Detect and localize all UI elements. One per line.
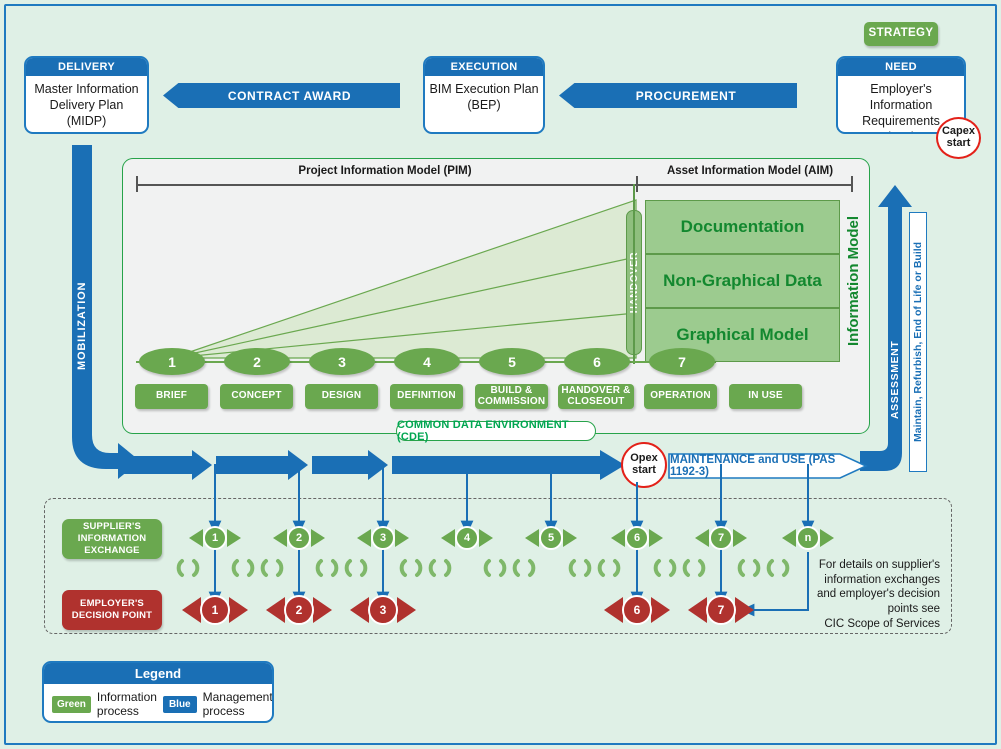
- stage-marker-6-num: 6: [593, 353, 601, 370]
- assessment-label: ASSESSMENT: [889, 340, 901, 420]
- supplier-point-1-num: 1: [211, 532, 219, 544]
- diagram-canvas: STRATEGY DELIVERY Master Information Deli…: [0, 0, 1001, 749]
- stage-marker-4-num: 4: [423, 353, 431, 370]
- information-growth-wedge: [171, 199, 637, 359]
- execution-box-header: EXECUTION: [425, 58, 543, 76]
- stage-marker-2[interactable]: 2: [224, 348, 290, 375]
- supplier-point-3[interactable]: 3: [371, 526, 395, 550]
- supplier-point-6[interactable]: 6: [625, 526, 649, 550]
- execution-box[interactable]: EXECUTION BIM Execution Plan (BEP): [423, 56, 545, 134]
- employer-point-6[interactable]: 6: [622, 595, 652, 625]
- employer-point-6-num: 6: [633, 603, 641, 617]
- stage-marker-3[interactable]: 3: [309, 348, 375, 375]
- axis-tick-start: [136, 176, 138, 192]
- employer-point-2-num: 2: [295, 603, 303, 617]
- capex-line2: start: [946, 137, 971, 149]
- information-model-text: Information Model: [844, 216, 862, 346]
- supplier-point-5[interactable]: 5: [539, 526, 563, 550]
- employer-point-7[interactable]: 7: [706, 595, 736, 625]
- stage-marker-2-num: 2: [253, 353, 261, 370]
- capex-start-marker: Capex start: [936, 117, 981, 159]
- aim-label: Asset Information Model (AIM): [666, 165, 834, 177]
- employer-point-1-num: 1: [211, 603, 219, 617]
- supplier-point-2[interactable]: 2: [287, 526, 311, 550]
- supplier-point-n[interactable]: n: [796, 526, 820, 550]
- stage-marker-7-num: 7: [678, 353, 686, 370]
- employer-point-3-num: 3: [379, 603, 387, 617]
- employer-point-1[interactable]: 1: [200, 595, 230, 625]
- stage-button-in-use[interactable]: IN USE: [729, 384, 802, 409]
- legend-swatch-blue: Blue: [162, 695, 197, 713]
- supplier-point-5-num: 5: [547, 532, 555, 544]
- supplier-point-n-num: n: [804, 532, 812, 544]
- stage-marker-7[interactable]: 7: [649, 348, 715, 375]
- employer-point-3[interactable]: 3: [368, 595, 398, 625]
- execution-box-body: BIM Execution Plan (BEP): [429, 82, 539, 112]
- stage-button-build-commission[interactable]: BUILD & COMMISSION: [475, 384, 548, 409]
- information-model-label: Information Model: [843, 200, 863, 362]
- legend-title: Legend: [44, 663, 272, 684]
- legend-items: Green Information process Blue Management…: [44, 684, 273, 721]
- stage-button-brief[interactable]: BRIEF: [135, 384, 208, 409]
- stage-marker-4[interactable]: 4: [394, 348, 460, 375]
- supplier-point-2-num: 2: [295, 532, 303, 544]
- mobilization-label: MOBILIZATION: [76, 281, 88, 370]
- pim-label: Project Information Model (PIM): [298, 165, 472, 177]
- stage-marker-5-num: 5: [508, 353, 516, 370]
- need-box-header: NEED: [838, 58, 964, 76]
- supplier-point-4[interactable]: 4: [455, 526, 479, 550]
- handover-connector: [633, 184, 635, 364]
- delivery-box-body: Master Information Delivery Plan (MIDP): [34, 82, 139, 128]
- supplier-point-4-num: 4: [463, 532, 471, 544]
- employer-point-2[interactable]: 2: [284, 595, 314, 625]
- axis-tick-mid: [636, 176, 638, 192]
- delivery-box[interactable]: DELIVERY Master Information Delivery Plan…: [24, 56, 149, 134]
- stage-marker-1[interactable]: 1: [139, 348, 205, 375]
- stage-button-concept[interactable]: CONCEPT: [220, 384, 293, 409]
- legend-box: Legend Green Information process Blue Man…: [42, 661, 274, 723]
- pim-aim-axis-line: [136, 184, 852, 186]
- supplier-point-3-num: 3: [379, 532, 387, 544]
- im-band-documentation: Documentation: [645, 200, 840, 254]
- stage-button-definition[interactable]: DEFINITION: [390, 384, 463, 409]
- legend-label-green: Information process: [96, 690, 157, 719]
- supplier-point-1[interactable]: 1: [203, 526, 227, 550]
- cde-pill: COMMON DATA ENVIRONMENT (CDE): [396, 419, 596, 443]
- stage-button-design[interactable]: DESIGN: [305, 384, 378, 409]
- im-band-non-graphical-data: Non-Graphical Data: [645, 254, 840, 308]
- stage-button-handover-closeout[interactable]: HANDOVER & CLOSEOUT: [558, 384, 634, 409]
- stage-marker-3-num: 3: [338, 353, 346, 370]
- stage-marker-1-num: 1: [168, 353, 176, 370]
- supplier-point-7[interactable]: 7: [709, 526, 733, 550]
- stage-button-operation[interactable]: OPERATION: [644, 384, 717, 409]
- stage-marker-5[interactable]: 5: [479, 348, 545, 375]
- supplier-point-7-num: 7: [717, 532, 725, 544]
- strategy-chip: STRATEGY: [864, 22, 938, 46]
- stage-marker-6[interactable]: 6: [564, 348, 630, 375]
- cic-scope-note: For details on supplier's information exc…: [816, 559, 940, 630]
- assessment-note-label: Maintain, Refurbish, End of Life or Buil…: [912, 241, 924, 443]
- assessment-note-box: Maintain, Refurbish, End of Life or Buil…: [909, 212, 927, 472]
- employer-point-7-num: 7: [717, 603, 725, 617]
- supplier-point-6-num: 6: [633, 532, 641, 544]
- axis-tick-end: [851, 176, 853, 192]
- contract-award-banner: CONTRACT AWARD: [163, 83, 400, 108]
- legend-swatch-green: Green: [52, 695, 91, 713]
- legend-label-blue: Management process: [202, 690, 273, 719]
- procurement-banner: PROCUREMENT: [559, 83, 797, 108]
- delivery-box-header: DELIVERY: [26, 58, 147, 76]
